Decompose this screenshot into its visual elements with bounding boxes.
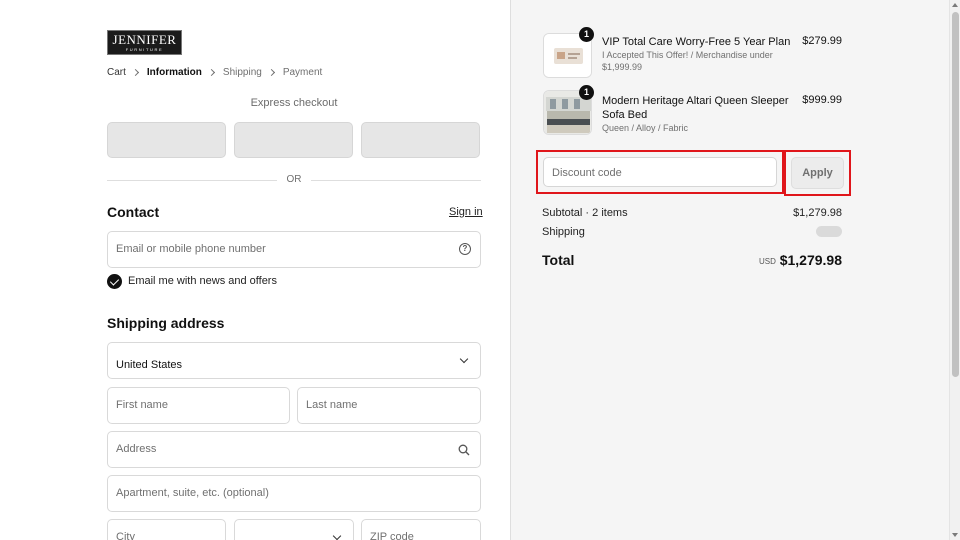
- item-price: $999.99: [802, 94, 842, 106]
- first-name-field[interactable]: First name: [107, 387, 290, 424]
- express-checkout-button-3[interactable]: [361, 122, 480, 158]
- chevron-down-icon: [332, 531, 342, 540]
- apartment-field[interactable]: Apartment, suite, etc. (optional): [107, 475, 481, 512]
- logo-tagline: FURNITURE: [125, 47, 164, 52]
- shipping-value-placeholder: [816, 226, 842, 237]
- last-name-placeholder: Last name: [306, 399, 358, 411]
- item-variant: I Accepted This Offer! / Merchandise und…: [602, 50, 773, 72]
- discount-code-highlight: Discount code: [536, 150, 784, 194]
- total-value: $1,279.98: [779, 252, 842, 268]
- city-field[interactable]: City: [107, 519, 226, 540]
- subtotal-label: Subtotal · 2 items: [542, 207, 628, 219]
- item-price: $279.99: [802, 35, 842, 47]
- help-icon[interactable]: ?: [459, 243, 471, 255]
- email-placeholder: Email or mobile phone number: [116, 243, 266, 255]
- scrollbar-thumb[interactable]: [952, 12, 959, 377]
- item-name: VIP Total Care Worry-Free 5 Year Plan: [602, 36, 791, 48]
- discount-code-placeholder: Discount code: [552, 167, 622, 179]
- page-scrollbar[interactable]: [949, 0, 960, 540]
- or-label: OR: [286, 174, 302, 185]
- item-name: Modern Heritage Altari Queen Sleeper Sof…: [602, 95, 789, 121]
- order-summary-panel: [511, 0, 949, 540]
- subtotal-value: $1,279.98: [793, 207, 842, 219]
- address-placeholder: Address: [116, 443, 157, 455]
- breadcrumb-information: Information: [146, 67, 202, 78]
- scroll-up-icon[interactable]: [952, 3, 958, 7]
- breadcrumb-cart[interactable]: Cart: [107, 67, 126, 78]
- chevron-down-icon: [459, 354, 469, 364]
- shipping-address-heading: Shipping address: [107, 315, 225, 331]
- apartment-placeholder: Apartment, suite, etc. (optional): [116, 487, 269, 499]
- discount-code-input[interactable]: Discount code: [543, 157, 777, 187]
- logo-wordmark: JENNIFER: [112, 32, 177, 47]
- item-variant: Queen / Alloy / Fabric: [602, 123, 689, 133]
- chevron-right-icon: [267, 68, 275, 77]
- express-checkout-button-1[interactable]: [107, 122, 226, 158]
- first-name-placeholder: First name: [116, 399, 168, 411]
- total-label: Total: [542, 252, 575, 268]
- shipping-label: Shipping: [542, 226, 585, 238]
- last-name-field[interactable]: Last name: [297, 387, 481, 424]
- newsletter-label: Email me with news and offers: [128, 275, 277, 287]
- state-select[interactable]: [234, 519, 354, 540]
- city-placeholder: City: [116, 531, 135, 540]
- country-value: United States: [116, 359, 183, 371]
- quantity-badge: 1: [579, 85, 594, 100]
- checkout-form-panel: JENNIFER FURNITURE Cart Information Ship…: [0, 0, 511, 540]
- breadcrumb-payment: Payment: [282, 67, 323, 78]
- sign-in-link[interactable]: Sign in: [449, 206, 483, 218]
- chevron-right-icon: [207, 68, 215, 77]
- country-select[interactable]: United States: [107, 342, 481, 379]
- newsletter-checkbox[interactable]: [107, 274, 122, 289]
- email-field[interactable]: Email or mobile phone number ?: [107, 231, 481, 268]
- or-divider: OR: [107, 174, 481, 186]
- quantity-badge: 1: [579, 27, 594, 42]
- apply-button[interactable]: Apply: [791, 157, 844, 189]
- zip-field[interactable]: ZIP code: [361, 519, 481, 540]
- contact-heading: Contact: [107, 204, 160, 220]
- breadcrumb-shipping: Shipping: [222, 67, 262, 78]
- total-currency: USD: [759, 257, 776, 266]
- express-checkout-button-2[interactable]: [234, 122, 353, 158]
- apply-button-highlight: Apply: [784, 150, 851, 196]
- express-checkout-title: Express checkout: [250, 97, 338, 109]
- scroll-down-icon[interactable]: [952, 533, 958, 537]
- chevron-right-icon: [131, 68, 139, 77]
- breadcrumb: Cart Information Shipping Payment: [107, 67, 322, 78]
- search-icon: [458, 444, 470, 456]
- address-field[interactable]: Address: [107, 431, 481, 468]
- store-logo[interactable]: JENNIFER FURNITURE: [107, 30, 182, 55]
- zip-placeholder: ZIP code: [370, 531, 414, 540]
